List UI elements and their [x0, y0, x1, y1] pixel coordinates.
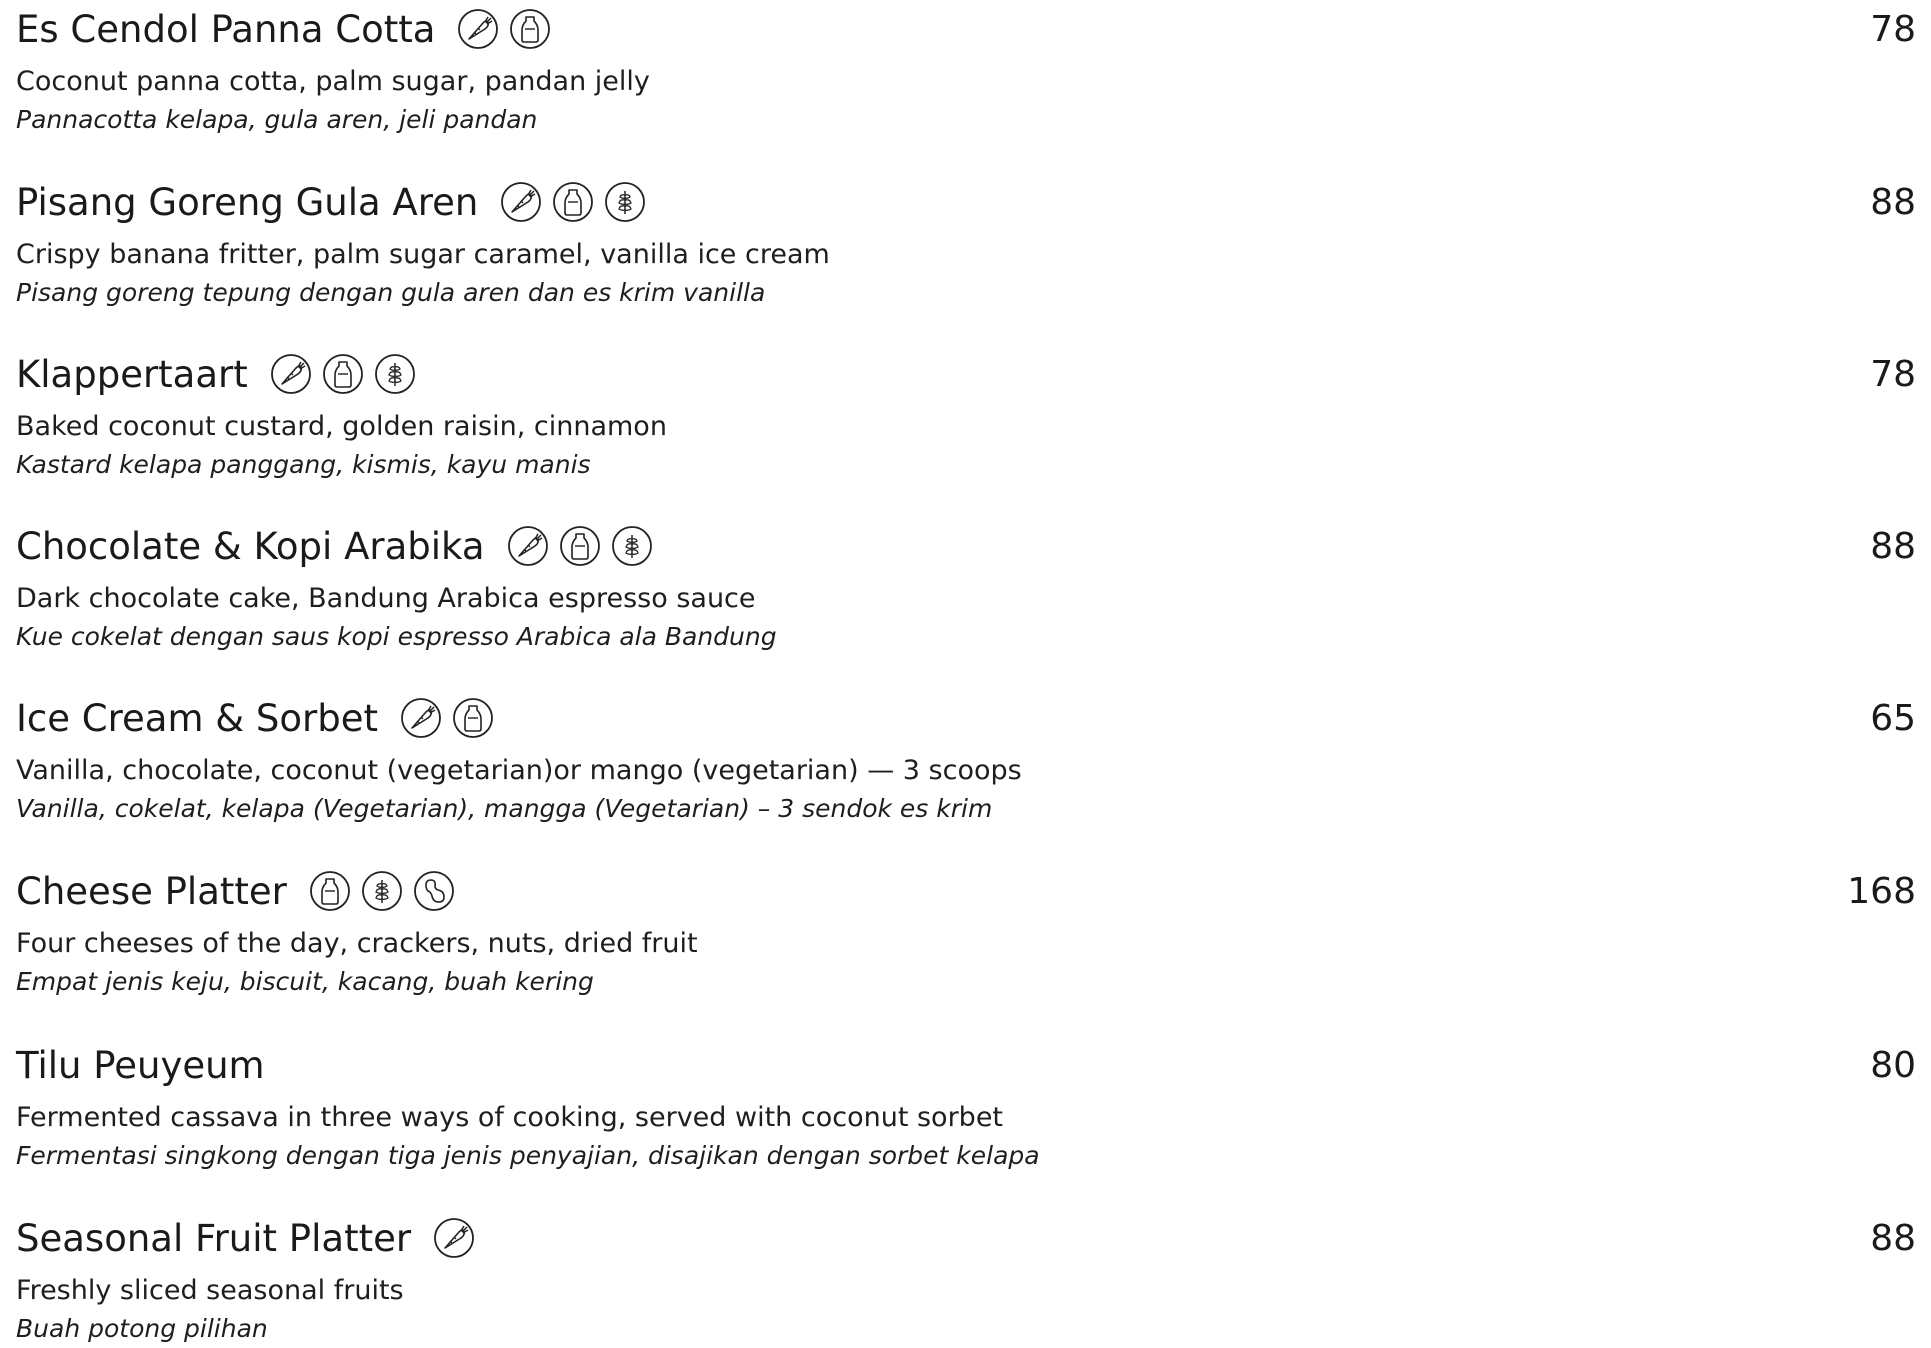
- wheat-icon: [374, 353, 416, 395]
- vegetable-icon: [500, 181, 542, 223]
- menu-item-klappertaart: Klappertaart 78 Baked coconut custard, g…: [16, 349, 1916, 484]
- allergen-icons: [507, 524, 653, 568]
- dish-name: Ice Cream & Sorbet: [16, 697, 378, 740]
- dish-description: Vanilla, chocolate, coconut (vegetarian)…: [16, 755, 1022, 786]
- dish-description: Crispy banana fritter, palm sugar carame…: [16, 239, 830, 270]
- dish-translation: Pannacotta kelapa, gula aren, jeli panda…: [16, 105, 538, 134]
- dish-price: 168: [1847, 871, 1916, 912]
- menu-item-es-cendol-panna-cotta: Es Cendol Panna Cotta 78 Coconut panna c…: [16, 4, 1916, 139]
- menu-item-seasonal-fruit-platter: Seasonal Fruit Platter 88 Freshly sliced…: [16, 1213, 1916, 1348]
- dish-price: 78: [1870, 9, 1916, 50]
- menu-item-tilu-peuyeum: Tilu Peuyeum 80 Fermented cassava in thr…: [16, 1040, 1916, 1175]
- dish-translation: Kastard kelapa panggang, kismis, kayu ma…: [16, 450, 591, 479]
- dish-description: Coconut panna cotta, palm sugar, pandan …: [16, 66, 650, 97]
- dish-description: Freshly sliced seasonal fruits: [16, 1275, 404, 1306]
- vegetable-icon: [433, 1217, 475, 1259]
- allergen-icons: [270, 352, 416, 396]
- menu-item-header: Tilu Peuyeum 80: [16, 1040, 1916, 1096]
- wheat-icon: [361, 870, 403, 912]
- dish-price: 80: [1870, 1045, 1916, 1086]
- milk-bottle-icon: [309, 870, 351, 912]
- dish-price: 78: [1870, 354, 1916, 395]
- dish-description: Dark chocolate cake, Bandung Arabica esp…: [16, 583, 756, 614]
- wheat-icon: [604, 181, 646, 223]
- dish-name: Pisang Goreng Gula Aren: [16, 181, 479, 224]
- milk-bottle-icon: [322, 353, 364, 395]
- vegetable-icon: [457, 8, 499, 50]
- dish-name: Chocolate & Kopi Arabika: [16, 525, 485, 568]
- wheat-icon: [611, 525, 653, 567]
- vegetable-icon: [400, 697, 442, 739]
- vegetable-icon: [507, 525, 549, 567]
- dish-translation: Empat jenis keju, biscuit, kacang, buah …: [16, 967, 594, 996]
- menu-item-cheese-platter: Cheese Platter 168 Four cheeses of the d…: [16, 866, 1916, 1001]
- dish-name: Seasonal Fruit Platter: [16, 1217, 412, 1260]
- milk-bottle-icon: [452, 697, 494, 739]
- milk-bottle-icon: [509, 8, 551, 50]
- dish-price: 65: [1870, 698, 1916, 739]
- menu-item-chocolate-kopi-arabika: Chocolate & Kopi Arabika 88 Dark chocola…: [16, 521, 1916, 656]
- dish-price: 88: [1870, 526, 1916, 567]
- dish-translation: Kue cokelat dengan saus kopi espresso Ar…: [16, 622, 777, 651]
- dish-description: Baked coconut custard, golden raisin, ci…: [16, 411, 667, 442]
- dessert-menu: Es Cendol Panna Cotta 78 Coconut panna c…: [0, 0, 1931, 1344]
- dish-translation: Pisang goreng tepung dengan gula aren da…: [16, 278, 766, 307]
- milk-bottle-icon: [559, 525, 601, 567]
- dish-translation: Buah potong pilihan: [16, 1314, 268, 1343]
- menu-item-header: Pisang Goreng Gula Aren 88: [16, 177, 1916, 233]
- allergen-icons: [433, 1216, 475, 1260]
- allergen-icons: [400, 696, 494, 740]
- milk-bottle-icon: [552, 181, 594, 223]
- vegetable-icon: [270, 353, 312, 395]
- menu-item-header: Cheese Platter 168: [16, 866, 1916, 922]
- dish-price: 88: [1870, 1218, 1916, 1259]
- dish-description: Fermented cassava in three ways of cooki…: [16, 1102, 1004, 1133]
- menu-item-header: Klappertaart 78: [16, 349, 1916, 405]
- allergen-icons: [309, 869, 455, 913]
- allergen-icons: [500, 180, 646, 224]
- peanut-icon: [413, 870, 455, 912]
- dish-translation: Fermentasi singkong dengan tiga jenis pe…: [16, 1141, 1040, 1170]
- dish-name: Cheese Platter: [16, 870, 287, 913]
- dish-name: Klappertaart: [16, 353, 248, 396]
- dish-translation: Vanilla, cokelat, kelapa (Vegetarian), m…: [16, 794, 993, 823]
- menu-item-pisang-goreng-gula-aren: Pisang Goreng Gula Aren 88 Crispy banana…: [16, 177, 1916, 312]
- dish-name: Es Cendol Panna Cotta: [16, 8, 436, 51]
- dish-price: 88: [1870, 182, 1916, 223]
- menu-item-header: Chocolate & Kopi Arabika 88: [16, 521, 1916, 577]
- dish-description: Four cheeses of the day, crackers, nuts,…: [16, 928, 698, 959]
- menu-item-header: Seasonal Fruit Platter 88: [16, 1213, 1916, 1269]
- menu-item-header: Es Cendol Panna Cotta 78: [16, 4, 1916, 60]
- dish-name: Tilu Peuyeum: [16, 1044, 265, 1087]
- menu-item-header: Ice Cream & Sorbet 65: [16, 693, 1916, 749]
- allergen-icons: [457, 7, 551, 51]
- menu-item-ice-cream-sorbet: Ice Cream & Sorbet 65 Vanilla, chocolate…: [16, 693, 1916, 828]
